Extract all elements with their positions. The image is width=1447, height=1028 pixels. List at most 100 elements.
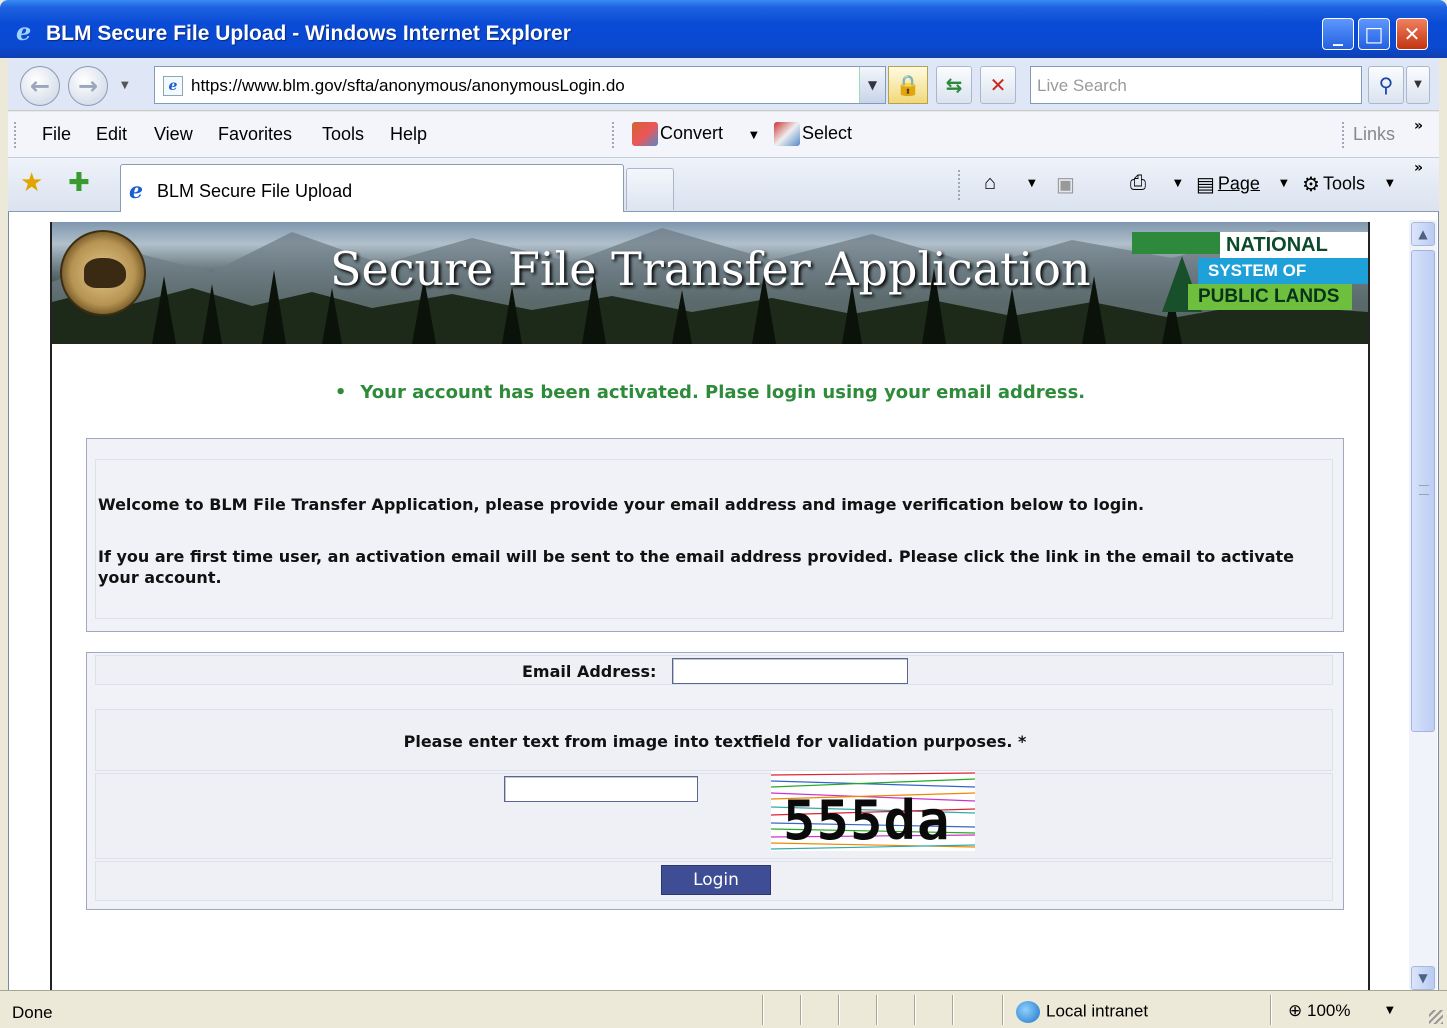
scroll-down-icon[interactable]: ▼ (1411, 966, 1435, 990)
status-separator (800, 995, 802, 1025)
activation-success-message: • Your account has been activated. Plase … (52, 382, 1368, 403)
window-title: BLM Secure File Upload - Windows Interne… (46, 22, 571, 45)
feeds-icon[interactable]: ▣ (1056, 172, 1078, 197)
tools-dropdown-icon[interactable]: ▼ (1386, 178, 1394, 189)
menu-file[interactable]: File (42, 124, 71, 145)
menu-bar: File Edit View Favorites Tools Help Conv… (8, 112, 1439, 158)
window-title-bar[interactable]: e BLM Secure File Upload - Windows Inter… (0, 0, 1447, 58)
address-dropdown-icon[interactable]: ▼ (859, 67, 885, 103)
print-dropdown-icon[interactable]: ▼ (1174, 178, 1182, 189)
links-chevron-icon[interactable]: » (1414, 118, 1423, 134)
intro-text-1: Welcome to BLM File Transfer Application… (98, 495, 1145, 514)
security-zone[interactable]: Local intranet (1016, 1001, 1148, 1023)
lock-icon[interactable]: 🔒 (888, 66, 928, 104)
minimize-button[interactable]: _ (1322, 18, 1354, 50)
page-menu-button[interactable]: ▤ Page (1196, 172, 1260, 197)
status-bar: Done Local intranet ⊕ 100% ▼ (0, 990, 1447, 1028)
stop-icon[interactable]: ✕ (980, 66, 1016, 104)
tools-menu-button[interactable]: ⚙ Tools (1302, 172, 1365, 197)
ie-logo-icon: e (16, 17, 32, 46)
intro-panel-inner: Welcome to BLM File Transfer Application… (95, 459, 1333, 619)
maximize-button[interactable]: □ (1358, 18, 1390, 50)
toolbar-grip[interactable] (14, 122, 17, 148)
menu-help[interactable]: Help (390, 124, 427, 145)
captcha-input-row (95, 773, 1333, 859)
address-toolbar: ← → ▼ e https://www.blm.gov/sfta/anonymo… (8, 58, 1439, 111)
captcha-input[interactable] (504, 776, 698, 802)
page-container: Secure File Transfer Application NATIONA… (50, 222, 1370, 990)
logo-line-3: PUBLIC LANDS (1188, 284, 1352, 310)
captcha-prompt: Please enter text from image into textfi… (403, 732, 1027, 751)
national-system-public-lands-logo: NATIONAL SYSTEM OF PUBLIC LANDS (1132, 232, 1368, 314)
toolbar-grip[interactable] (1342, 122, 1345, 148)
menu-tools[interactable]: Tools (322, 124, 364, 145)
captcha-text: 555da (783, 789, 951, 851)
doi-seal-logo (60, 230, 146, 316)
success-message-text: Your account has been activated. Plase l… (360, 382, 1086, 403)
convert-button[interactable]: Convert (632, 122, 723, 146)
tab-label: BLM Secure File Upload (157, 181, 353, 201)
menu-favorites[interactable]: Favorites (218, 124, 292, 145)
convert-icon (632, 122, 658, 146)
globe-zone-icon (1016, 1001, 1040, 1023)
status-separator (876, 995, 878, 1025)
forward-icon[interactable]: → (68, 66, 108, 106)
recent-pages-dropdown-icon[interactable]: ▼ (121, 80, 129, 91)
email-row: Email Address: (95, 655, 1333, 685)
address-bar[interactable]: e https://www.blm.gov/sfta/anonymous/ano… (154, 66, 886, 104)
logo-line-1: NATIONAL (1220, 232, 1368, 258)
search-input[interactable]: Live Search (1030, 66, 1362, 104)
resize-grip[interactable] (1429, 1010, 1443, 1024)
bullet-icon: • (334, 382, 347, 403)
select-button[interactable]: Select (774, 122, 852, 146)
toolbar-grip[interactable] (612, 122, 615, 148)
select-icon (774, 122, 800, 146)
status-separator (762, 995, 764, 1025)
status-separator (952, 995, 954, 1025)
captcha-prompt-row: Please enter text from image into textfi… (95, 709, 1333, 771)
logo-tab (1132, 232, 1224, 254)
convert-dropdown-icon[interactable]: ▼ (750, 130, 758, 141)
scroll-thumb[interactable] (1411, 250, 1435, 732)
command-chevron-icon[interactable]: » (1414, 160, 1423, 176)
back-icon[interactable]: ← (20, 66, 60, 106)
ie-tab-icon: e (129, 178, 143, 204)
links-toolbar[interactable]: Links (1353, 124, 1395, 145)
home-icon[interactable]: ⌂ (984, 172, 999, 195)
toolbar-grip[interactable] (958, 170, 961, 200)
scroll-up-icon[interactable]: ▲ (1411, 222, 1435, 246)
print-icon[interactable]: ⎙ (1130, 172, 1149, 195)
new-tab-button[interactable] (626, 168, 674, 210)
search-icon[interactable]: ⚲ (1368, 66, 1404, 104)
status-separator (838, 995, 840, 1025)
captcha-image: 555da (771, 771, 975, 851)
zoom-level[interactable]: ⊕ 100% (1288, 1001, 1350, 1021)
page-icon: ▤ (1196, 174, 1215, 196)
logo-line-2: SYSTEM OF (1198, 258, 1368, 284)
status-separator (914, 995, 916, 1025)
refresh-icon[interactable]: ⇆ (936, 66, 972, 104)
add-favorite-icon[interactable]: ✚ (68, 168, 90, 198)
intro-text-2: If you are first time user, an activatio… (98, 547, 1295, 587)
menu-view[interactable]: View (154, 124, 193, 145)
vertical-scrollbar[interactable]: ▲ ▼ (1409, 220, 1437, 990)
banner-title: Secure File Transfer Application (330, 242, 1091, 296)
tab-blm-secure-file-upload[interactable]: e BLM Secure File Upload (120, 164, 624, 212)
intro-panel: Welcome to BLM File Transfer Application… (86, 438, 1344, 632)
close-button[interactable]: ✕ (1396, 18, 1428, 50)
page-dropdown-icon[interactable]: ▼ (1280, 178, 1288, 189)
email-label: Email Address: (522, 662, 657, 681)
email-field[interactable] (672, 658, 908, 684)
scroll-grip (1419, 485, 1429, 495)
search-options-dropdown-icon[interactable]: ▼ (1406, 66, 1430, 104)
address-url[interactable]: https://www.blm.gov/sfta/anonymous/anony… (191, 76, 625, 96)
menu-edit[interactable]: Edit (96, 124, 127, 145)
tools-gear-icon: ⚙ (1302, 174, 1320, 196)
favorites-center-star-icon[interactable]: ★ (20, 168, 43, 198)
login-form-panel: Email Address: Please enter text from im… (86, 652, 1344, 910)
browser-viewport: Secure File Transfer Application NATIONA… (8, 212, 1439, 990)
zoom-dropdown-icon[interactable]: ▼ (1386, 1005, 1394, 1016)
home-dropdown-icon[interactable]: ▼ (1028, 178, 1036, 189)
login-button[interactable]: Login (661, 865, 771, 895)
zoom-icon: ⊕ (1288, 1001, 1303, 1020)
